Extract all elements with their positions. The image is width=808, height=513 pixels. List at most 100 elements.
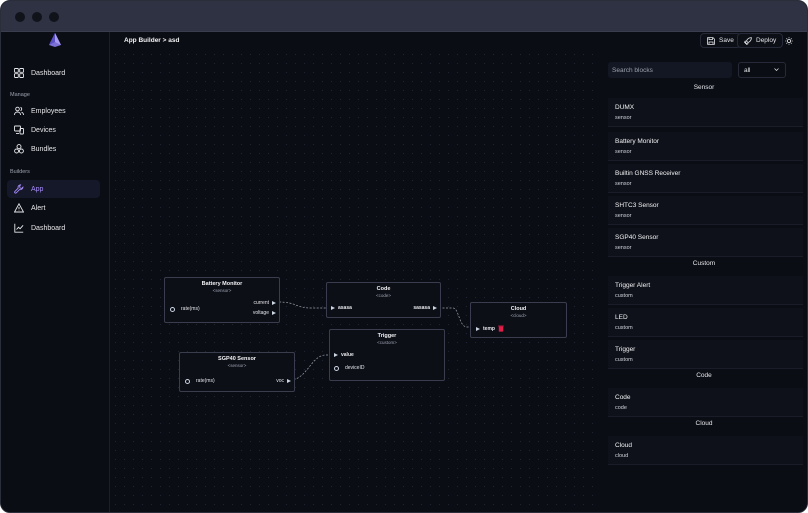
param-label: deviceID (345, 365, 365, 371)
bundles-icon (14, 144, 24, 154)
param-label: rate(ms) (196, 378, 215, 384)
node-param[interactable]: deviceID (334, 365, 364, 371)
block-type: sensor (615, 181, 632, 187)
port-arrow-icon (433, 306, 437, 310)
sidebar-item-bundles[interactable]: Bundles (7, 140, 100, 158)
node-trigger[interactable]: Trigger <custom> value deviceID (329, 329, 445, 381)
window-titlebar (1, 1, 807, 32)
builder-canvas[interactable]: Battery Monitor <sensor> rate(ms) curren… (111, 50, 599, 512)
window-maximize-dot[interactable] (49, 12, 59, 22)
block-name: LED (615, 314, 628, 321)
block-type: custom (615, 293, 633, 299)
alert-triangle-icon (14, 203, 24, 213)
block-item[interactable]: Builtin GNSS Receiver sensor (608, 164, 803, 193)
chevron-down-icon (774, 68, 779, 71)
node-subtitle: <sensor> (212, 288, 232, 293)
port-arrow-icon (476, 326, 480, 331)
sidebar-item-employees[interactable]: Employees (7, 102, 100, 120)
group-title-custom: Custom (692, 260, 716, 267)
save-icon (707, 36, 715, 45)
sidebar-item-devices[interactable]: Devices (7, 121, 100, 139)
sidebar-item-label: Employees (31, 107, 66, 115)
clock-icon (170, 306, 175, 312)
section-label-manage: Manage (10, 92, 30, 98)
delete-icon[interactable] (498, 325, 504, 332)
deploy-button[interactable]: Deploy (737, 33, 784, 48)
sidebar-item-label: Bundles (31, 145, 57, 153)
port-arrow-icon (272, 301, 276, 305)
node-subtitle: <code> (375, 293, 391, 298)
deploy-label: Deploy (756, 37, 777, 44)
input-port-value[interactable]: value (334, 352, 354, 358)
block-item[interactable]: Battery Monitor sensor (608, 132, 803, 161)
window-minimize-dot[interactable] (32, 12, 42, 22)
node-subtitle: <custom> (377, 340, 397, 345)
block-item[interactable]: LED custom (608, 308, 803, 337)
clock-icon (185, 378, 190, 384)
block-item[interactable]: Cloud cloud (608, 436, 803, 465)
node-subtitle: <sensor> (227, 363, 247, 368)
sidebar-item-dashboard[interactable]: Dashboard (7, 64, 100, 82)
node-param[interactable]: rate(ms) (185, 378, 215, 384)
output-port-current[interactable]: current (253, 300, 276, 306)
node-param[interactable]: rate(ms) (170, 306, 200, 312)
block-type: custom (615, 357, 633, 363)
node-battery-monitor[interactable]: Battery Monitor <sensor> rate(ms) curren… (164, 277, 280, 323)
clock-icon (334, 365, 339, 371)
block-type: sensor (615, 245, 632, 251)
sidebar-item-dashboard-builder[interactable]: Dashboard (7, 219, 100, 237)
input-port-asasa[interactable]: asasa (331, 305, 352, 311)
sidebar-item-label: App (31, 185, 44, 193)
category-filter-select[interactable]: all (738, 62, 786, 78)
sidebar: Dashboard Manage Employees Devices Bundl… (1, 32, 110, 512)
block-type: custom (615, 325, 633, 331)
wire-voc-to-trigger (289, 354, 333, 381)
wrench-icon (14, 184, 24, 194)
sidebar-item-label: Dashboard (31, 224, 66, 232)
block-name: SGP40 Sensor (615, 234, 659, 241)
sidebar-item-alert[interactable]: Alert (7, 199, 100, 217)
block-item[interactable]: DUMX sensor (608, 98, 803, 127)
sidebar-item-app[interactable]: App (7, 180, 100, 198)
node-code[interactable]: Code <code> asasa sasasa (326, 282, 441, 318)
logo-icon[interactable] (47, 32, 63, 48)
output-port-sasasa[interactable]: sasasa (413, 305, 437, 311)
node-sgp40-sensor[interactable]: SGP40 Sensor <sensor> rate(ms) voc (179, 352, 295, 392)
param-label: rate(ms) (181, 306, 200, 312)
port-arrow-icon (272, 311, 276, 315)
block-item[interactable]: Code code (608, 388, 803, 417)
block-name: Battery Monitor (615, 138, 660, 145)
port-label: voltage (252, 310, 269, 316)
node-cloud[interactable]: Cloud <cloud> temp (470, 302, 567, 338)
theme-toggle-button[interactable] (781, 33, 797, 48)
output-port-voc[interactable]: voc (276, 378, 291, 384)
rocket-icon (744, 36, 752, 45)
filter-value: all (744, 66, 751, 74)
devices-icon (14, 125, 24, 135)
block-name: Builtin GNSS Receiver (615, 170, 681, 177)
dashboard-grid-icon (14, 68, 24, 78)
input-port-temp[interactable]: temp (476, 325, 504, 332)
node-subtitle: <cloud> (510, 313, 527, 318)
block-item[interactable]: Trigger Alert custom (608, 276, 803, 305)
group-title-sensor: Sensor (693, 84, 715, 91)
window-close-dot[interactable] (15, 12, 25, 22)
node-title: Cloud (510, 306, 527, 312)
blocks-panel: Search blocks all Sensor DUMX sensor Bat… (599, 50, 807, 512)
block-type: sensor (615, 149, 632, 155)
group-title-cloud: Cloud (695, 420, 713, 427)
output-port-voltage[interactable]: voltage (253, 310, 276, 316)
block-type: sensor (615, 115, 632, 121)
save-button[interactable]: Save (700, 33, 741, 48)
sidebar-item-label: Devices (31, 126, 56, 134)
block-type: code (615, 405, 627, 411)
block-item[interactable]: SHTC3 Sensor sensor (608, 196, 803, 225)
block-name: SHTC3 Sensor (615, 202, 659, 209)
block-item[interactable]: Trigger custom (608, 340, 803, 369)
search-input[interactable]: Search blocks (608, 62, 732, 78)
app-window: Dashboard Manage Employees Devices Bundl… (0, 0, 808, 513)
port-label: temp (483, 325, 495, 332)
node-title: Code (376, 286, 391, 292)
block-item[interactable]: SGP40 Sensor sensor (608, 228, 803, 257)
sun-icon (785, 36, 793, 45)
